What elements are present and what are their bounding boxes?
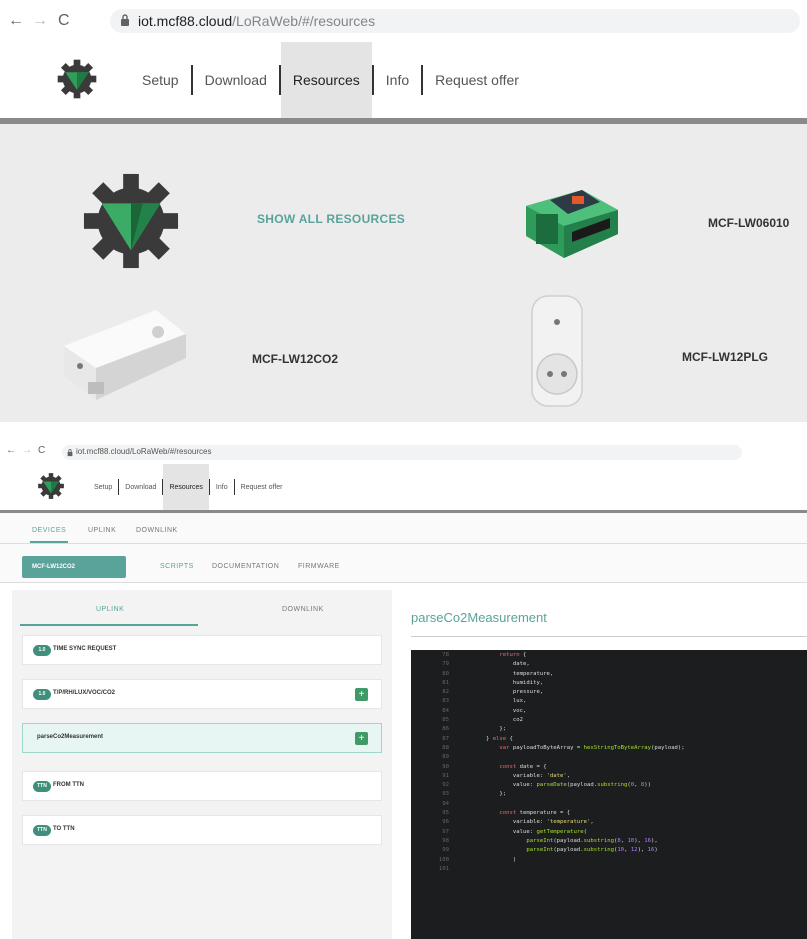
site-header-small: Setup Download Resources Info Request of… (0, 464, 807, 510)
mcf-lw12plg-device-image[interactable] (528, 292, 586, 410)
back-arrow-icon[interactable]: ← (6, 445, 16, 456)
nav-info[interactable]: Info (210, 464, 234, 510)
script-label: TIME SYNC REQUEST (53, 646, 117, 652)
resources-overview-screenshot: ← → C iot.mcf88.cloud/LoRaWeb/#/resource… (0, 0, 807, 425)
device-scripts-screenshot: ← → C iot.mcf88.cloud/LoRaWeb/#/resource… (0, 440, 807, 939)
expand-plus-icon[interactable]: + (355, 732, 368, 745)
script-label: parseCo2Measurement (37, 734, 104, 740)
url-host: iot.mcf88.cloud (138, 13, 233, 29)
tab-downlink[interactable]: DOWNLINK (136, 527, 178, 534)
url-text: iot.mcf88.cloud/LoRaWeb/#/resources (138, 13, 375, 29)
expand-plus-icon[interactable]: + (355, 688, 368, 701)
script-card-to-ttn[interactable]: TTN TO TTN (22, 815, 382, 845)
reload-icon[interactable]: C (58, 12, 70, 30)
address-bar-small[interactable]: iot.mcf88.cloud/LoRaWeb/#/resources (62, 445, 742, 460)
script-card-measurements[interactable]: 1.0 T/P/RH/LUX/VOC/CO2 + (22, 679, 382, 709)
subtabs-divider (0, 582, 807, 583)
device-label-lw12co2[interactable]: MCF-LW12CO2 (252, 352, 338, 366)
tab-firmware[interactable]: FIRMWARE (298, 563, 340, 570)
nav-request-offer[interactable]: Request offer (423, 42, 531, 118)
nav-request-offer[interactable]: Request offer (235, 464, 289, 510)
uplink-downlink-tabs: UPLINK DOWNLINK (20, 600, 382, 626)
url-path: /LoRaWeb/#/resources (232, 13, 376, 29)
version-badge: 1.0 (33, 689, 51, 700)
tab-uplink[interactable]: UPLINK (88, 527, 116, 534)
tab-documentation[interactable]: DOCUMENTATION (212, 563, 279, 570)
browser-toolbar-small: ← → C iot.mcf88.cloud/LoRaWeb/#/resource… (0, 440, 807, 464)
device-subtabs: MCF-LW12CO2 SCRIPTS DOCUMENTATION FIRMWA… (0, 545, 807, 583)
resource-type-tabs: DEVICES UPLINK DOWNLINK (0, 513, 807, 545)
device-label-lw06010[interactable]: MCF-LW06010 (708, 216, 789, 230)
code-editor[interactable]: 78 79 80 81 82 83 84 85 86 87 88 89 90 9… (411, 650, 807, 939)
show-all-resources-link[interactable]: SHOW ALL RESOURCES (257, 212, 405, 226)
line-number-gutter: 78 79 80 81 82 83 84 85 86 87 88 89 90 9… (411, 650, 457, 939)
lock-icon (67, 449, 73, 457)
script-card-parse-co2[interactable]: parseCo2Measurement + (22, 723, 382, 753)
script-card-from-ttn[interactable]: TTN FROM TTN (22, 771, 382, 801)
function-title: parseCo2Measurement (411, 610, 547, 625)
address-bar[interactable]: iot.mcf88.cloud/LoRaWeb/#/resources (110, 9, 800, 33)
panel-tab-uplink[interactable]: UPLINK (96, 606, 124, 613)
script-label: T/P/RH/LUX/VOC/CO2 (53, 690, 116, 696)
lock-icon (121, 14, 129, 26)
forward-arrow-icon[interactable]: → (32, 12, 48, 30)
main-menu: Setup Download Resources Info Request of… (130, 42, 531, 118)
panel-tab-underline (20, 624, 198, 626)
tab-scripts[interactable]: SCRIPTS (160, 563, 194, 570)
nav-setup[interactable]: Setup (88, 464, 118, 510)
title-divider (411, 636, 807, 637)
script-label: TO TTN (53, 826, 75, 832)
browser-toolbar: ← → C iot.mcf88.cloud/LoRaWeb/#/resource… (0, 0, 807, 42)
script-card-time-sync[interactable]: 1.0 TIME SYNC REQUEST (22, 635, 382, 665)
mcf-lw06010-device-image[interactable] (520, 176, 624, 266)
ttn-badge: TTN (33, 781, 51, 792)
site-header: Setup Download Resources Info Request of… (0, 42, 807, 118)
nav-info[interactable]: Info (374, 42, 421, 118)
line-numbers: 78 79 80 81 82 83 84 85 86 87 88 89 90 9… (438, 652, 449, 872)
reload-icon[interactable]: C (38, 445, 45, 456)
script-viewer: parseCo2Measurement 78 79 80 81 82 83 84… (405, 590, 807, 939)
resources-grid: SHOW ALL RESOURCES MCF-LW06010 MCF-LW12C… (0, 124, 807, 422)
url-text-small: iot.mcf88.cloud/LoRaWeb/#/resources (76, 447, 211, 456)
back-arrow-icon[interactable]: ← (8, 12, 24, 30)
main-menu-small: Setup Download Resources Info Request of… (88, 464, 289, 510)
nav-download[interactable]: Download (193, 42, 279, 118)
mcf88-gear-logo-icon[interactable] (56, 58, 98, 100)
nav-download[interactable]: Download (119, 464, 162, 510)
nav-resources[interactable]: Resources (163, 464, 209, 510)
nav-resources[interactable]: Resources (280, 42, 372, 118)
version-badge: 1.0 (33, 645, 51, 656)
nav-setup[interactable]: Setup (130, 42, 191, 118)
script-label: FROM TTN (53, 782, 84, 788)
url-path-small: /LoRaWeb/#/resources (129, 447, 212, 456)
show-all-gear-icon[interactable] (82, 172, 180, 270)
mcf88-gear-logo-icon[interactable] (37, 472, 65, 500)
code-content: return { date, temperature, humidity, pr… (485, 652, 685, 863)
panel-tab-downlink[interactable]: DOWNLINK (282, 606, 324, 613)
tab-devices[interactable]: DEVICES (32, 527, 66, 534)
device-select-button[interactable]: MCF-LW12CO2 (22, 556, 126, 578)
ttn-badge: TTN (33, 825, 51, 836)
scripts-panel: UPLINK DOWNLINK 1.0 TIME SYNC REQUEST 1.… (12, 590, 392, 939)
mcf-lw12co2-device-image[interactable] (60, 302, 190, 406)
device-label-lw12plg[interactable]: MCF-LW12PLG (682, 350, 768, 364)
forward-arrow-icon[interactable]: → (22, 445, 32, 456)
url-host-small: iot.mcf88.cloud (76, 447, 130, 456)
tabs-divider (0, 543, 807, 544)
